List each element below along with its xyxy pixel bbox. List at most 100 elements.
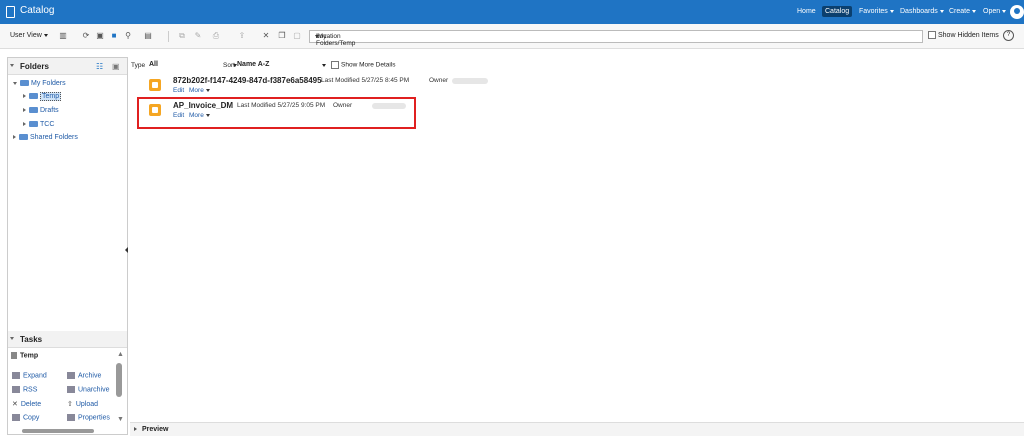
print-icon[interactable]: ⎙: [210, 32, 222, 40]
scroll-down-icon[interactable]: ▼: [117, 416, 124, 423]
copy-icon[interactable]: ⧉: [178, 32, 186, 40]
nav-dashboards[interactable]: Dashboards: [900, 8, 944, 15]
toolbar-divider: [168, 31, 169, 42]
chevron-down-icon: [43, 33, 48, 37]
tree-item-tcc[interactable]: TCC: [23, 120, 54, 128]
nav-open[interactable]: Open: [983, 8, 1007, 15]
copy-icon: [12, 414, 20, 421]
expand-icon[interactable]: [134, 427, 137, 431]
folder-icon: [29, 107, 38, 113]
search-icon[interactable]: ⚲: [124, 32, 132, 40]
folder-icon: [29, 93, 38, 99]
tree-item-my-folders[interactable]: My Folders: [13, 79, 66, 87]
item-owner-label: Owner: [429, 77, 449, 84]
panel-splitter[interactable]: [124, 245, 129, 257]
task-expand[interactable]: Expand: [12, 372, 47, 379]
show-hidden-items-checkbox[interactable]: Show Hidden Items: [928, 31, 999, 39]
task-unarchive[interactable]: Unarchive: [67, 386, 110, 393]
page-title: Catalog: [20, 5, 55, 16]
folder-icon: [29, 121, 38, 127]
toolbar: User View ▥ ⟳ ▣ ■ ⚲ ▤ ⧉ ✎ ⎙ ⇪ ✕ ❐ ▢ Loca…: [0, 24, 1024, 49]
folder-icon[interactable]: ■: [110, 32, 118, 40]
user-view-dropdown[interactable]: User View: [10, 32, 48, 39]
expand-icon[interactable]: [23, 94, 26, 98]
duplicate-icon[interactable]: ❐: [278, 32, 286, 40]
horizontal-scrollbar[interactable]: [22, 429, 94, 433]
tree-item-shared-folders[interactable]: Shared Folders: [13, 133, 78, 141]
expand-icon: [12, 372, 20, 379]
chevron-down-icon: [322, 64, 326, 67]
expand-icon[interactable]: [23, 122, 26, 126]
sort-label: Sort: [223, 62, 235, 69]
preview-title: Preview: [142, 426, 169, 433]
tree-item-temp[interactable]: Temp: [23, 92, 62, 101]
task-upload[interactable]: ⇧ Upload: [67, 400, 98, 408]
checkbox-icon[interactable]: [928, 31, 936, 39]
task-rss[interactable]: RSS: [12, 386, 37, 393]
left-panel: Folders ☷ ▣ My Folders Temp Drafts TCC S…: [7, 57, 128, 435]
tree-view-icon[interactable]: ☷: [96, 62, 103, 71]
edit-icon[interactable]: ✎: [194, 32, 202, 40]
highlight-box: [137, 97, 416, 129]
archive-icon: [67, 372, 75, 379]
properties-icon: [67, 414, 75, 421]
tree-item-drafts[interactable]: Drafts: [23, 106, 59, 114]
show-more-details-checkbox[interactable]: Show More Details: [331, 61, 396, 69]
tasks-title: Tasks: [20, 335, 43, 344]
folder-icon: [20, 80, 29, 86]
collapse-icon[interactable]: [10, 337, 14, 340]
delete-icon: ✕: [12, 401, 18, 408]
item-name[interactable]: 872b202f-f147-4249-847d-f387e6a58495: [173, 76, 322, 85]
folder-icon: [19, 134, 28, 140]
tasks-header: Tasks: [8, 331, 127, 348]
view-options-icon[interactable]: ▥: [57, 32, 69, 40]
item-edit-link[interactable]: Edit: [173, 87, 184, 94]
location-field[interactable]: Location /My Folders/Temp: [309, 30, 923, 47]
nav-catalog[interactable]: Catalog: [822, 6, 853, 17]
checkbox-icon[interactable]: [331, 61, 339, 69]
chevron-down-icon[interactable]: [315, 35, 319, 38]
folders-header: Folders ☷ ▣: [8, 58, 127, 75]
task-delete[interactable]: ✕ Delete: [12, 400, 41, 408]
app-header: Catalog Home Catalog Favorites Dashboard…: [0, 0, 1024, 24]
filter-bar: Type All Sort Name A-Z Show More Details: [129, 57, 1024, 71]
delete-icon[interactable]: ✕: [262, 32, 270, 40]
item-more-menu[interactable]: More: [189, 87, 210, 94]
chevron-down-icon: [889, 9, 894, 13]
scrollbar-thumb[interactable]: [116, 363, 122, 397]
upload-icon: ⇧: [67, 401, 73, 408]
new-folder-icon[interactable]: ▣: [96, 32, 104, 40]
chevron-down-icon: [1002, 9, 1007, 13]
redacted-owner: [452, 78, 488, 84]
task-copy[interactable]: Copy: [12, 414, 39, 421]
chevron-down-icon: [939, 9, 944, 13]
expand-icon[interactable]: [13, 82, 17, 85]
preview-panel[interactable]: Preview: [130, 422, 1024, 436]
help-icon[interactable]: ?: [1003, 30, 1014, 41]
collapse-icon[interactable]: [10, 64, 14, 67]
expand-icon[interactable]: [23, 108, 26, 112]
task-archive[interactable]: Archive: [67, 372, 101, 379]
refresh-icon[interactable]: ⟳: [82, 32, 90, 40]
nav-favorites[interactable]: Favorites: [859, 8, 894, 15]
sort-dropdown[interactable]: Name A-Z: [237, 61, 326, 71]
catalog-icon: [6, 6, 15, 18]
paste-icon[interactable]: ▢: [293, 32, 301, 40]
unarchive-icon: [67, 386, 75, 393]
expand-icon[interactable]: [13, 135, 16, 139]
more-actions-icon[interactable]: ▤: [142, 32, 154, 40]
user-avatar-icon[interactable]: [1010, 5, 1024, 19]
task-properties[interactable]: Properties: [67, 414, 110, 421]
type-label: Type: [131, 62, 146, 69]
nav-home[interactable]: Home: [797, 8, 816, 15]
document-icon: [11, 352, 17, 359]
collapse-left-icon[interactable]: [125, 247, 128, 253]
scroll-up-icon[interactable]: ▲: [117, 351, 124, 358]
nav-create[interactable]: Create: [949, 8, 977, 15]
item-last-modified: Last Modified 5/27/25 8:45 PM: [321, 77, 410, 84]
export-icon[interactable]: ⇪: [236, 32, 248, 40]
data-model-icon[interactable]: [149, 79, 161, 91]
chevron-down-icon: [972, 9, 977, 13]
tasks-current-folder: Temp: [11, 352, 38, 359]
new-folder-icon[interactable]: ▣: [112, 62, 120, 71]
